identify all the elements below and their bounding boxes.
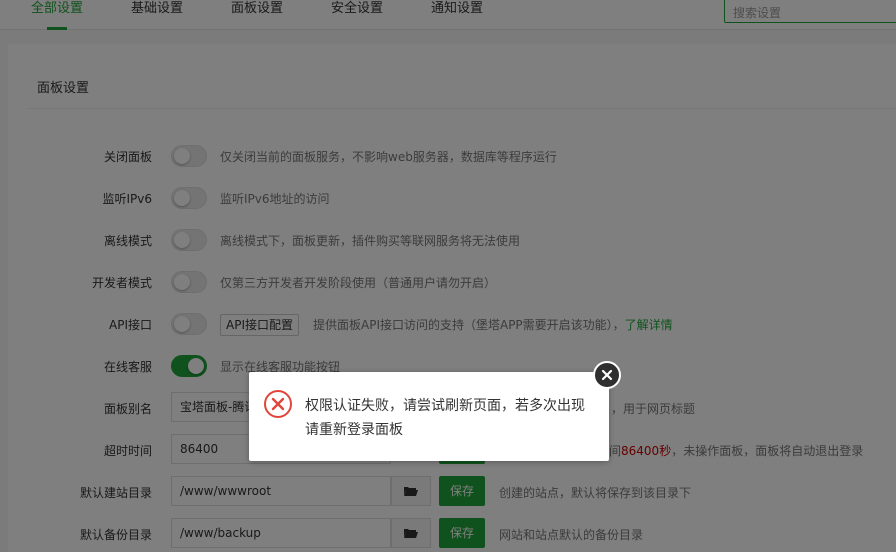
error-message-line1: 权限认证失败，请尝试刷新页面，若多次出现	[305, 398, 585, 414]
error-circle-icon	[264, 390, 292, 418]
error-message: 权限认证失败，请尝试刷新页面，若多次出现 请重新登录面板	[305, 394, 595, 442]
error-message-line2: 请重新登录面板	[305, 422, 403, 438]
modal-overlay[interactable]	[0, 0, 896, 552]
error-dialog: 权限认证失败，请尝试刷新页面，若多次出现 请重新登录面板	[249, 372, 609, 461]
dialog-close-button[interactable]	[593, 361, 621, 389]
close-icon	[601, 369, 613, 381]
